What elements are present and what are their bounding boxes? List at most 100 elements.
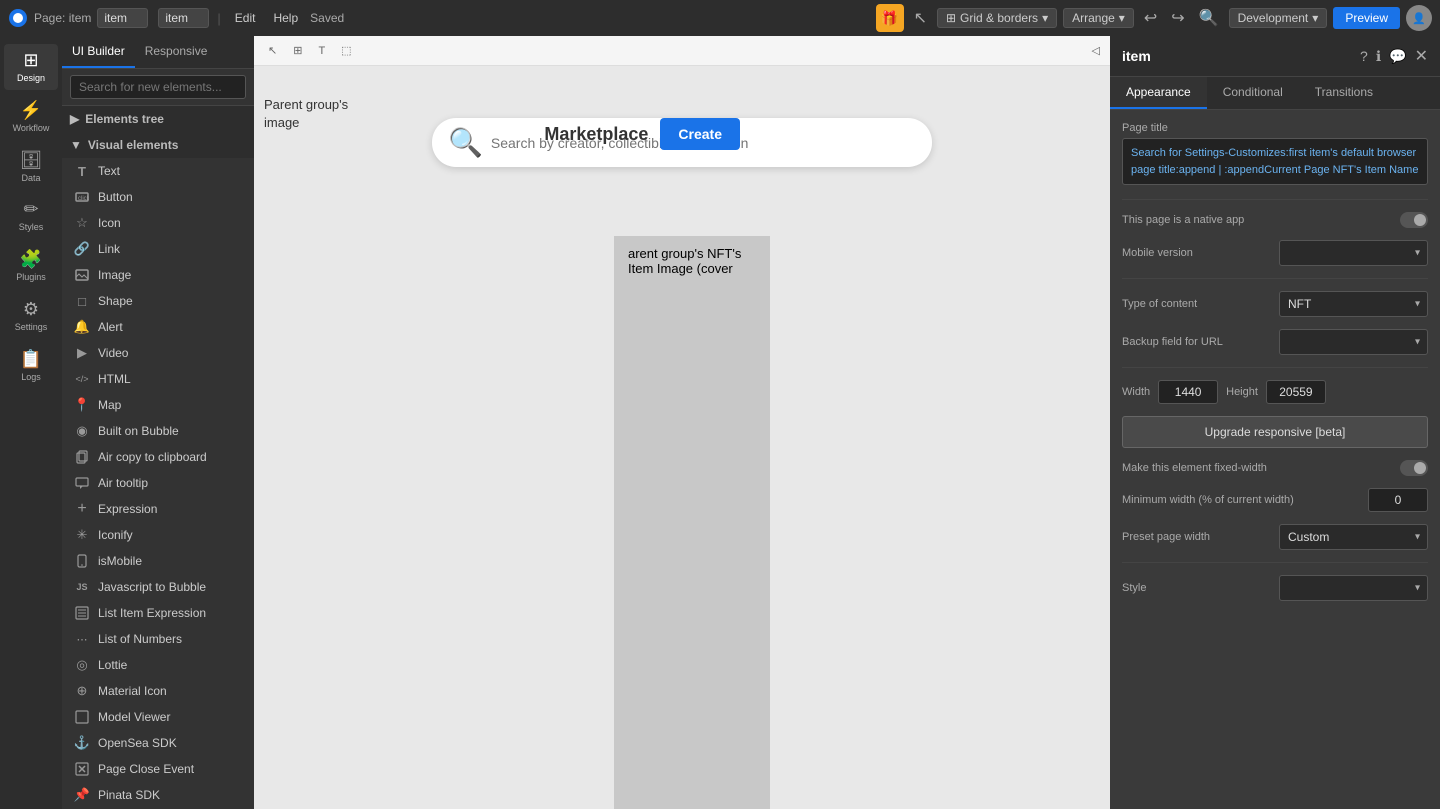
element-material-icon[interactable]: ⊕ Material Icon	[62, 678, 254, 704]
search-button[interactable]: 🔍	[1195, 6, 1223, 30]
element-alert[interactable]: 🔔 Alert	[62, 314, 254, 340]
arrange-button[interactable]: Arrange ▾	[1063, 8, 1134, 28]
cursor-tool[interactable]: ↖	[910, 6, 931, 30]
icon-element-icon: ☆	[74, 215, 90, 231]
tab-conditional[interactable]: Conditional	[1207, 77, 1299, 109]
preview-button[interactable]: Preview	[1333, 7, 1400, 29]
text-icon: T	[74, 163, 90, 179]
sidebar-item-settings[interactable]: ⚙ Settings	[4, 293, 58, 339]
tab-ui-builder[interactable]: UI Builder	[62, 36, 135, 68]
gift-button[interactable]: 🎁	[876, 4, 904, 32]
element-icon[interactable]: ☆ Icon	[62, 210, 254, 236]
element-built-on-bubble[interactable]: ◉ Built on Bubble	[62, 418, 254, 444]
element-map[interactable]: 📍 Map	[62, 392, 254, 418]
page-title-value[interactable]: Search for Settings-Customizes:first ite…	[1122, 138, 1428, 185]
element-video[interactable]: ▶ Video	[62, 340, 254, 366]
help-button[interactable]: Help	[267, 9, 304, 27]
height-value[interactable]: 20559	[1266, 380, 1326, 404]
opensea-sdk-icon: ⚓	[74, 735, 90, 751]
page-select[interactable]: item	[97, 8, 148, 28]
element-page-close-event[interactable]: Page Close Event	[62, 756, 254, 782]
backup-url-select-wrap	[1279, 329, 1428, 355]
visual-elements-header[interactable]: ▼ Visual elements	[62, 132, 254, 158]
canvas-tool-add-element[interactable]: ⊞	[287, 41, 308, 60]
avatar[interactable]: 👤	[1406, 5, 1432, 31]
sidebar-item-plugins[interactable]: 🧩 Plugins	[4, 243, 58, 289]
element-html[interactable]: </> HTML	[62, 366, 254, 392]
upgrade-responsive-button[interactable]: Upgrade responsive [beta]	[1122, 416, 1428, 448]
page-title-field: Page title Search for Settings-Customize…	[1122, 122, 1428, 185]
grid-icon: ⊞	[946, 11, 956, 25]
type-of-content-select[interactable]: NFT	[1279, 291, 1428, 317]
element-javascript[interactable]: JS Javascript to Bubble	[62, 574, 254, 600]
bubble-logo[interactable]	[8, 8, 28, 28]
page-label: Page: item	[34, 11, 91, 25]
item-select[interactable]: item	[158, 8, 209, 28]
info-icon[interactable]: ℹ	[1376, 48, 1381, 65]
min-width-value[interactable]: 0	[1368, 488, 1428, 512]
right-panel-tabs: Appearance Conditional Transitions	[1110, 77, 1440, 110]
visual-elements-arrow: ▼	[70, 138, 82, 152]
mobile-version-select[interactable]	[1279, 240, 1428, 266]
elements-tree-header[interactable]: ▶ Elements tree	[62, 106, 254, 132]
element-iconify[interactable]: ✳ Iconify	[62, 522, 254, 548]
element-search-input[interactable]	[70, 75, 246, 99]
element-opensea-sdk[interactable]: ⚓ OpenSea SDK	[62, 730, 254, 756]
list-item-expression-icon	[74, 605, 90, 621]
sidebar-item-styles[interactable]: ✏ Styles	[4, 193, 58, 239]
sidebar-item-workflow[interactable]: ⚡ Workflow	[4, 94, 58, 140]
lottie-icon: ◎	[74, 657, 90, 673]
settings-icon: ⚙	[23, 299, 39, 320]
redo-button[interactable]: ↪	[1167, 6, 1188, 30]
question-icon[interactable]: ?	[1360, 48, 1368, 64]
element-ismobile[interactable]: isMobile	[62, 548, 254, 574]
width-value[interactable]: 1440	[1158, 380, 1218, 404]
canvas-tool-collapse[interactable]: ◁	[1086, 41, 1106, 60]
canvas-tool-select[interactable]: ↖	[262, 41, 283, 60]
element-shape[interactable]: □ Shape	[62, 288, 254, 314]
design-icon: ⊞	[23, 50, 38, 71]
element-lottie[interactable]: ◎ Lottie	[62, 652, 254, 678]
element-model-viewer[interactable]: Model Viewer	[62, 704, 254, 730]
element-image[interactable]: Image	[62, 262, 254, 288]
fixed-width-toggle[interactable]	[1400, 460, 1428, 476]
tab-appearance[interactable]: Appearance	[1110, 77, 1207, 109]
canvas-area[interactable]: ↖ ⊞ T ⬚ ◁ Parent group's image 🔍 Marketp…	[254, 36, 1110, 809]
canvas-tool-container[interactable]: ⬚	[335, 41, 357, 60]
undo-button[interactable]: ↩	[1140, 6, 1161, 30]
element-air-tooltip[interactable]: Air tooltip	[62, 470, 254, 496]
right-panel-body: Page title Search for Settings-Customize…	[1110, 110, 1440, 625]
backup-url-select[interactable]	[1279, 329, 1428, 355]
grid-borders-button[interactable]: ⊞ Grid & borders ▾	[937, 8, 1057, 28]
element-text[interactable]: T Text	[62, 158, 254, 184]
type-of-content-select-wrap: NFT	[1279, 291, 1428, 317]
sidebar-item-data[interactable]: 🗄 Data	[4, 144, 58, 190]
type-of-content-row: Type of content NFT	[1122, 291, 1428, 317]
development-button[interactable]: Development ▾	[1229, 8, 1328, 28]
preset-page-width-select[interactable]: Custom	[1279, 524, 1428, 550]
backup-url-row: Backup field for URL	[1122, 329, 1428, 355]
sidebar-item-design[interactable]: ⊞ Design	[4, 44, 58, 90]
element-link[interactable]: 🔗 Link	[62, 236, 254, 262]
tab-transitions[interactable]: Transitions	[1299, 77, 1389, 109]
right-panel: item ? ℹ 💬 ✕ Appearance Conditional Tran…	[1110, 36, 1440, 809]
left-sidebar: ⊞ Design ⚡ Workflow 🗄 Data ✏ Styles 🧩 Pl…	[0, 36, 62, 809]
comment-icon[interactable]: 💬	[1389, 48, 1406, 65]
close-icon[interactable]: ✕	[1415, 46, 1428, 66]
edit-button[interactable]: Edit	[229, 9, 262, 27]
create-button[interactable]: Create	[660, 118, 740, 150]
tab-responsive[interactable]: Responsive	[135, 36, 218, 68]
element-list-item-expression[interactable]: List Item Expression	[62, 600, 254, 626]
native-app-toggle[interactable]	[1400, 212, 1428, 228]
style-select-wrap	[1279, 575, 1428, 601]
canvas-toolbar: ↖ ⊞ T ⬚ ◁	[254, 36, 1110, 66]
element-button[interactable]: click Button	[62, 184, 254, 210]
canvas-tool-text[interactable]: T	[312, 42, 331, 60]
style-select[interactable]	[1279, 575, 1428, 601]
element-list-of-numbers[interactable]: ⋯ List of Numbers	[62, 626, 254, 652]
element-expression[interactable]: + Expression	[62, 496, 254, 522]
sidebar-item-logs[interactable]: 📋 Logs	[4, 343, 58, 389]
element-pinata-sdk[interactable]: 📌 Pinata SDK	[62, 782, 254, 808]
element-air-copy[interactable]: Air copy to clipboard	[62, 444, 254, 470]
ismobile-icon	[74, 553, 90, 569]
